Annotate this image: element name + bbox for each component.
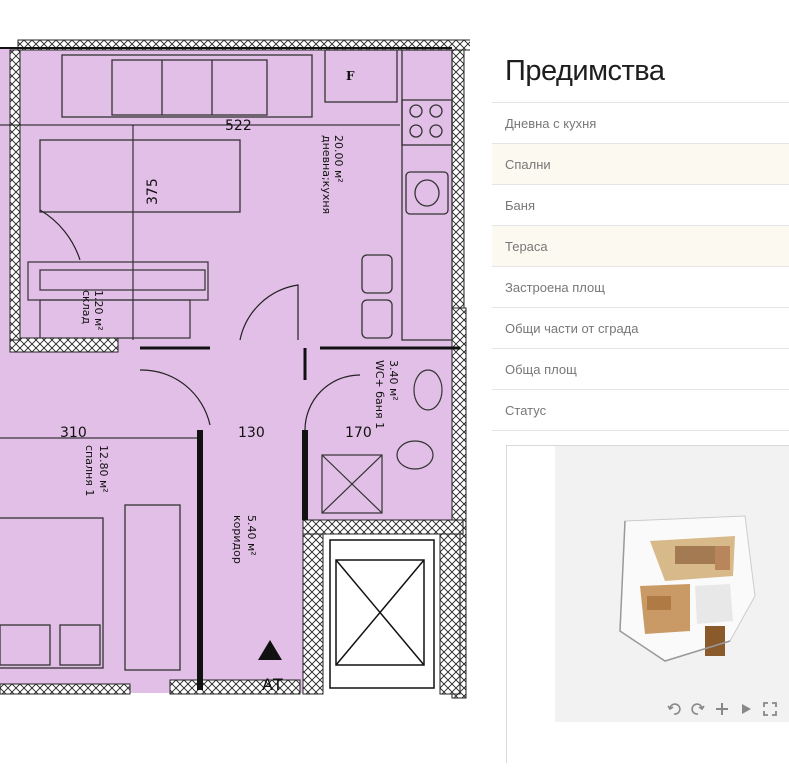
bedroom-area: 12.80 м² [97,445,110,493]
dim-corridor-width: 130 [238,425,265,441]
feature-row-common-parts[interactable]: Общи части от сграда [492,308,789,349]
corridor-name: коридор [231,515,244,564]
3d-viewer[interactable] [506,445,789,763]
feature-row-total-area[interactable]: Обща площ [492,349,789,390]
3d-model-stage[interactable] [555,446,789,722]
dim-bedroom-width: 310 [60,425,87,441]
storage-name: склад [80,290,93,324]
elevator [329,539,435,689]
feature-row-bedrooms[interactable]: Спални [492,144,789,185]
rotate-left-icon[interactable] [664,699,684,719]
3d-apartment-model [619,515,756,662]
living-name: дневна;кухня [320,135,333,214]
viewer-controls [555,696,789,722]
dim-living-depth: 375 [145,178,161,205]
feature-row-living-kitchen[interactable]: Дневна с кухня [492,103,789,144]
bath-area: 3.40 м² [387,360,400,401]
zoom-in-icon[interactable] [712,699,732,719]
rotate-right-icon[interactable] [688,699,708,719]
bedroom-name: спалня 1 [83,445,96,496]
elevator-label: АТ [262,675,283,694]
bath-name: WC+ баня 1 [373,360,386,429]
play-icon[interactable] [736,699,756,719]
fridge-label: F [346,69,355,83]
feature-row-bathroom[interactable]: Баня [492,185,789,226]
floor-plan: F АТ 522 375 310 130 170 20.00 м² дневна… [0,39,470,699]
fullscreen-icon[interactable] [760,699,780,719]
corridor-area: 5.40 м² [245,515,258,556]
features-panel: Предимства Дневна с кухня Спални Баня Те… [492,40,789,769]
feature-row-terrace[interactable]: Тераса [492,226,789,267]
feature-row-status[interactable]: Статус [492,390,789,431]
dim-living-width: 522 [225,118,252,134]
panel-title: Предимства [492,40,789,103]
dim-bath-width: 170 [345,425,372,441]
feature-row-built-area[interactable]: Застроена площ [492,267,789,308]
